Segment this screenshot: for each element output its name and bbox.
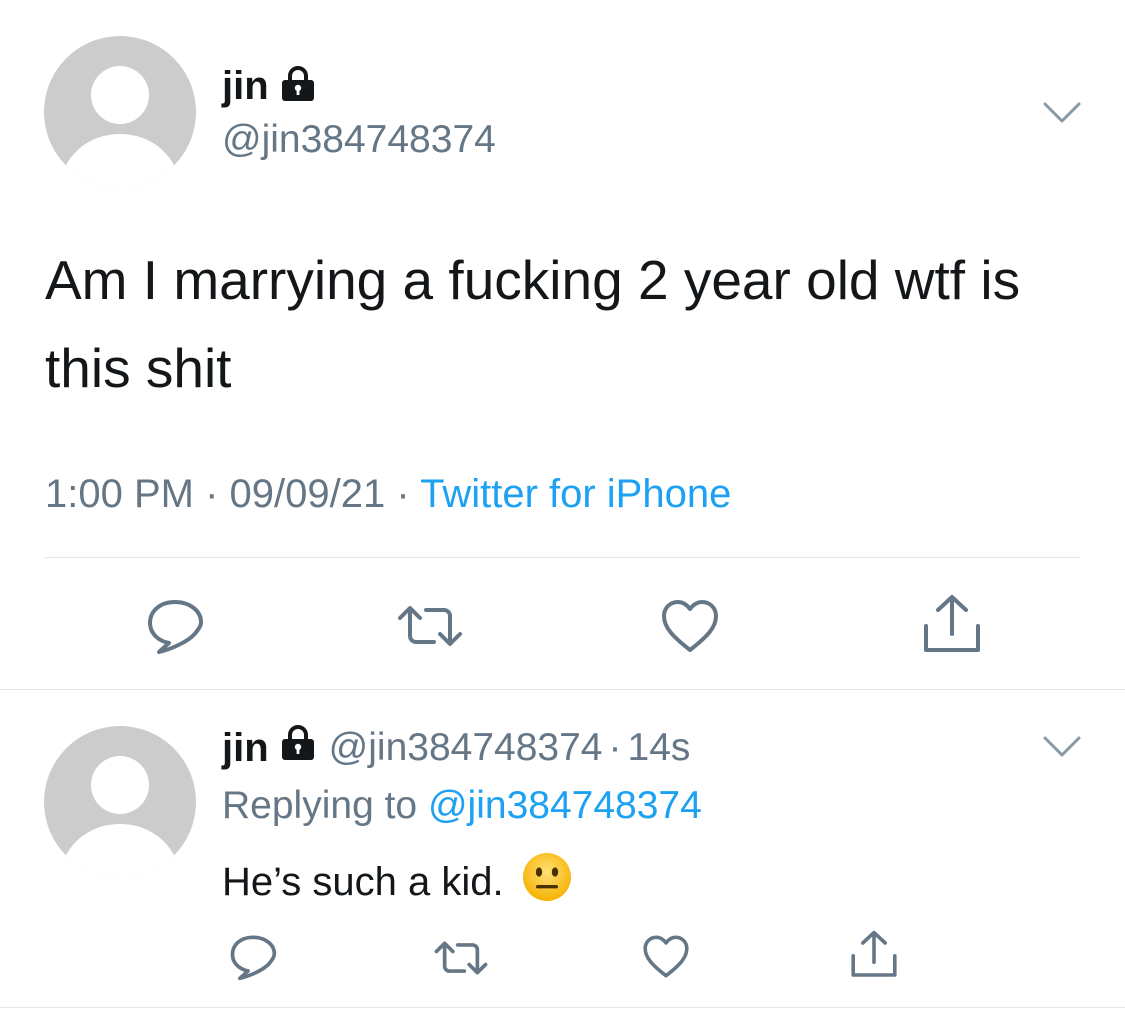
avatar-body	[60, 824, 180, 878]
reply-tweet[interactable]: jin @jin384748374 · 14s Replying to @jin…	[0, 690, 1125, 1010]
lock-icon	[281, 725, 315, 771]
chevron-down-icon[interactable]	[1042, 100, 1082, 126]
divider	[45, 557, 1080, 558]
avatar[interactable]	[44, 36, 196, 188]
lock-icon	[281, 66, 315, 107]
retweet-icon[interactable]	[396, 604, 464, 648]
mention-link[interactable]: @jin384748374	[428, 784, 702, 827]
reply-icon[interactable]	[146, 598, 204, 654]
retweet-icon[interactable]	[433, 940, 489, 976]
tweet-time[interactable]: 1:00 PM	[45, 472, 194, 516]
reply-icon[interactable]	[229, 934, 277, 980]
avatar-body	[60, 134, 180, 188]
avatar[interactable]	[44, 726, 196, 878]
author-handle[interactable]: @jin384748374	[329, 726, 603, 770]
tweet-source-link[interactable]: Twitter for iPhone	[420, 472, 731, 516]
divider	[0, 1007, 1125, 1008]
avatar-head	[91, 756, 149, 814]
heart-icon[interactable]	[660, 598, 720, 654]
meta-separator: ·	[608, 726, 622, 769]
share-icon[interactable]	[850, 930, 898, 980]
tweet-text: He’s such a kid.	[222, 859, 504, 904]
neutral-face-emoji	[522, 852, 572, 912]
replying-prefix: Replying to	[222, 784, 418, 827]
meta-separator: ·	[396, 472, 410, 516]
tweet-actions	[0, 930, 1125, 980]
tweet-actions	[0, 590, 1125, 656]
meta-separator: ·	[205, 472, 219, 516]
share-icon[interactable]	[922, 594, 982, 656]
author-handle[interactable]: @jin384748374	[222, 118, 496, 162]
chevron-down-icon[interactable]	[1042, 734, 1082, 760]
heart-icon[interactable]	[642, 934, 690, 979]
author-row: jin	[222, 64, 315, 109]
replying-to: Replying to @jin384748374	[222, 784, 702, 828]
reply-text-row: He’s such a kid.	[222, 852, 572, 912]
display-name[interactable]: jin	[222, 726, 269, 771]
tweet-date[interactable]: 09/09/21	[230, 472, 386, 516]
main-tweet: jin @jin384748374 Am I marrying a fuckin…	[0, 0, 1125, 690]
tweet-meta: 1:00 PM · 09/09/21 · Twitter for iPhone	[45, 472, 731, 517]
tweet-detail-page: jin @jin384748374 Am I marrying a fuckin…	[0, 0, 1125, 1010]
display-name[interactable]: jin	[222, 64, 269, 109]
author-row: jin @jin384748374 · 14s	[222, 725, 690, 771]
avatar-head	[91, 66, 149, 124]
tweet-text: Am I marrying a fucking 2 year old wtf i…	[45, 249, 1021, 399]
tweet-age[interactable]: 14s	[628, 726, 691, 770]
